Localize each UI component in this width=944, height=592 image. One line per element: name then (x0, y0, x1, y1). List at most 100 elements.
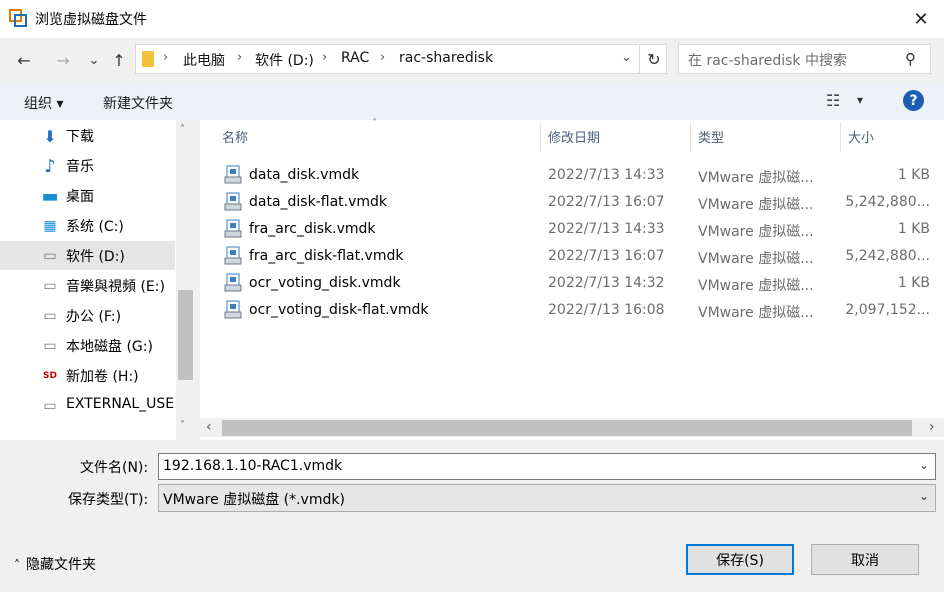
nav-item-label: 本地磁盘 (G:) (66, 339, 153, 355)
address-bar[interactable]: › 此电脑 › 软件 (D:) › RAC › rac-sharedisk ⌄ … (135, 44, 667, 74)
file-size: 2,097,152... (845, 302, 930, 318)
nav-item-drive-c[interactable]: ▦ 系统 (C:) (0, 211, 175, 240)
scroll-right-icon[interactable]: › (929, 419, 935, 435)
search-icon[interactable]: ⚲ (905, 50, 916, 68)
cancel-button[interactable]: 取消 (811, 544, 919, 575)
view-options-icon[interactable]: ☷ (826, 91, 840, 110)
vmware-app-icon (9, 9, 27, 27)
file-type: VMware 虚拟磁... (698, 197, 814, 213)
help-icon[interactable]: ? (903, 90, 924, 111)
window-title: 浏览虚拟磁盘文件 (35, 12, 147, 28)
forward-arrow-icon[interactable]: → (51, 48, 75, 72)
file-type: VMware 虚拟磁... (698, 224, 814, 240)
search-input[interactable]: 在 rac-sharedisk 中搜索 ⚲ (678, 44, 931, 74)
file-type: VMware 虚拟磁... (698, 251, 814, 267)
column-header-date[interactable]: 修改日期 (548, 127, 600, 146)
organize-menu-button[interactable]: 组织 ▾ (24, 93, 63, 113)
scroll-left-icon[interactable]: ‹ (206, 419, 212, 435)
chevron-down-icon[interactable]: ⌄ (919, 489, 929, 503)
nav-item-drive-e[interactable]: ▭ 音樂與視頻 (E:) (0, 271, 175, 300)
nav-item-label: 桌面 (66, 189, 94, 205)
drive-icon: ▭ (43, 278, 57, 294)
file-name: data_disk.vmdk (249, 167, 360, 183)
file-size: 1 KB (897, 167, 930, 183)
nav-item-drive-h[interactable]: SD 新加卷 (H:) (0, 361, 175, 390)
nav-item-external-use[interactable]: ▭ EXTERNAL_USE (0, 391, 175, 420)
view-dropdown-icon[interactable]: ▾ (857, 93, 863, 107)
file-row[interactable]: ocr_voting_disk-flat.vmdk 2022/7/13 16:0… (200, 297, 942, 324)
save-button[interactable]: 保存(S) (686, 544, 794, 575)
music-icon: ♪ (44, 155, 56, 177)
filetype-select[interactable]: VMware 虚拟磁盘 (*.vmdk) ⌄ (158, 484, 936, 512)
nav-item-music[interactable]: ♪ 音乐 (0, 151, 175, 180)
vmdk-file-icon (224, 192, 242, 211)
chevron-down-icon[interactable]: ⌄ (919, 458, 929, 472)
breadcrumb-drive-d[interactable]: 软件 (D:) (255, 50, 314, 70)
nav-item-label: 办公 (F:) (66, 309, 122, 325)
column-divider[interactable] (690, 122, 691, 152)
sd-card-icon: SD (43, 371, 57, 381)
file-date: 2022/7/13 16:07 (548, 248, 665, 264)
file-name: fra_arc_disk.vmdk (249, 221, 376, 237)
back-arrow-icon[interactable]: ← (12, 48, 36, 72)
filename-field[interactable]: 192.168.1.10-RAC1.vmdk ⌄ (158, 453, 936, 480)
file-row[interactable]: ocr_voting_disk.vmdk 2022/7/13 14:32 VMw… (200, 270, 942, 297)
column-divider[interactable] (540, 122, 541, 152)
breadcrumb-this-pc[interactable]: 此电脑 (183, 50, 225, 70)
file-type: VMware 虚拟磁... (698, 278, 814, 294)
column-header-name[interactable]: 名称 (222, 127, 248, 146)
download-icon: ⬇ (43, 126, 57, 146)
scroll-down-icon[interactable]: ˅ (180, 420, 185, 431)
file-row[interactable]: fra_arc_disk.vmdk 2022/7/13 14:33 VMware… (200, 216, 942, 243)
column-header-type[interactable]: 类型 (698, 127, 724, 146)
nav-item-drive-d[interactable]: ▭ 软件 (D:) (0, 241, 175, 270)
nav-item-label: 软件 (D:) (66, 249, 125, 265)
file-date: 2022/7/13 14:32 (548, 275, 665, 291)
scroll-up-icon[interactable]: ˄ (180, 124, 185, 135)
up-arrow-icon[interactable]: ↑ (107, 48, 131, 72)
nav-item-label: 新加卷 (H:) (66, 369, 139, 385)
file-row[interactable]: fra_arc_disk-flat.vmdk 2022/7/13 16:07 V… (200, 243, 942, 270)
folder-icon (142, 51, 154, 67)
drive-icon: ▭ (43, 338, 57, 354)
nav-item-label: 音乐 (66, 159, 94, 175)
filename-value: 192.168.1.10-RAC1.vmdk (163, 458, 343, 474)
nav-item-downloads[interactable]: ⬇ 下载 (0, 121, 175, 150)
nav-item-label: 系统 (C:) (66, 219, 124, 235)
breadcrumb-separator[interactable]: › (237, 50, 242, 65)
file-date: 2022/7/13 14:33 (548, 167, 665, 183)
filetype-label: 保存类型(T): (68, 492, 149, 508)
nav-pane-scrollbar[interactable] (176, 120, 195, 440)
breadcrumb-separator[interactable]: › (163, 50, 168, 65)
nav-pane-scroll-thumb[interactable] (178, 290, 193, 380)
nav-item-label: 音樂與視頻 (E:) (66, 279, 165, 295)
nav-item-drive-g[interactable]: ▭ 本地磁盘 (G:) (0, 331, 175, 360)
hide-folders-label: 隐藏文件夹 (26, 557, 96, 573)
file-row[interactable]: data_disk-flat.vmdk 2022/7/13 16:07 VMwa… (200, 189, 942, 216)
breadcrumb-separator[interactable]: › (322, 50, 327, 65)
breadcrumb-separator[interactable]: › (380, 50, 385, 65)
vmdk-file-icon (224, 273, 242, 292)
hscroll-thumb[interactable] (222, 420, 912, 436)
breadcrumb-rac[interactable]: RAC (341, 50, 369, 66)
nav-item-label: 下载 (66, 129, 94, 145)
address-dropdown-icon[interactable]: ⌄ (621, 50, 632, 65)
nav-item-desktop[interactable]: ▬ 桌面 (0, 181, 175, 210)
navigation-pane: ⬇ 下载 ♪ 音乐 ▬ 桌面 ▦ 系统 (C:) ▭ 软件 (D:) ▭ 音樂與… (0, 120, 195, 440)
recent-locations-icon[interactable]: ⌄ (82, 48, 106, 72)
new-folder-button[interactable]: 新建文件夹 (103, 93, 173, 113)
close-icon[interactable]: ✕ (904, 4, 938, 34)
file-name: fra_arc_disk-flat.vmdk (249, 248, 404, 264)
file-name: ocr_voting_disk.vmdk (249, 275, 401, 291)
file-size: 1 KB (897, 221, 930, 237)
file-row[interactable]: data_disk.vmdk 2022/7/13 14:33 VMware 虚拟… (200, 162, 942, 189)
file-date: 2022/7/13 16:08 (548, 302, 665, 318)
breadcrumb-rac-sharedisk[interactable]: rac-sharedisk (399, 50, 493, 66)
drive-icon: ▭ (43, 248, 57, 264)
nav-item-drive-f[interactable]: ▭ 办公 (F:) (0, 301, 175, 330)
file-type: VMware 虚拟磁... (698, 170, 814, 186)
refresh-icon[interactable]: ↻ (639, 45, 668, 73)
column-divider[interactable] (840, 122, 841, 152)
column-header-size[interactable]: 大小 (848, 127, 874, 146)
hide-folders-button[interactable]: ˄ 隐藏文件夹 (14, 554, 96, 574)
